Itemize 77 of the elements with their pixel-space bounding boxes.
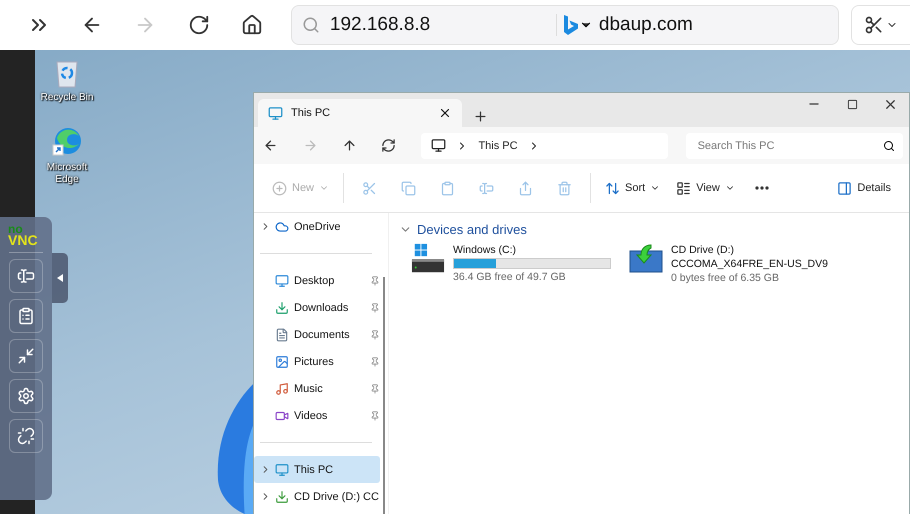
keyboard-button[interactable] [9, 259, 43, 293]
nav-item[interactable]: Desktop [254, 267, 380, 294]
close-tab-icon[interactable] [438, 106, 452, 120]
picture-icon [275, 354, 289, 368]
cloud-icon [275, 220, 289, 234]
refresh-icon [381, 138, 396, 153]
disconnect-button[interactable] [9, 419, 43, 453]
monitor-icon [275, 462, 289, 476]
nav-item[interactable]: Downloads [254, 294, 380, 321]
clipboard-button[interactable] [9, 299, 43, 333]
window-tab[interactable]: This PC [258, 99, 462, 127]
breadcrumb-bar[interactable]: This PC [421, 132, 668, 158]
search-field[interactable]: Search This PC [686, 132, 904, 158]
nav-item[interactable]: CD Drive (D:) CC [254, 483, 380, 510]
rename-icon [479, 180, 494, 196]
address-bar[interactable]: 192.168.8.8 dbaup.com [290, 5, 839, 45]
monitor-icon [431, 138, 446, 153]
screenshot-button[interactable] [850, 5, 910, 45]
nav-item[interactable]: OneDrive [254, 213, 380, 240]
plus-icon [472, 108, 488, 124]
section-header[interactable]: Devices and drives [399, 222, 899, 237]
scissors-icon [864, 15, 884, 35]
details-pane-icon [837, 180, 852, 196]
plus-circle-icon [272, 180, 287, 196]
desktop-icon [275, 274, 289, 288]
trash-icon [557, 180, 572, 196]
hard-drive-icon [411, 243, 445, 275]
pin-icon [370, 330, 380, 340]
volume-label: CCCOMA_X64FRE_EN-US_DV9 [671, 258, 828, 270]
drive-name[interactable]: Windows (C:) [453, 244, 611, 256]
fullscreen-button[interactable] [9, 339, 43, 373]
free-space-text: 36.4 GB free of 49.7 GB [453, 271, 567, 283]
novnc-logo-text: no [8, 225, 23, 234]
pin-icon [370, 302, 380, 312]
panel-handle[interactable] [52, 253, 68, 303]
search-icon [883, 140, 896, 152]
scissors-icon [362, 180, 378, 196]
pin-icon [370, 410, 380, 420]
details-button[interactable]: Details [831, 173, 897, 203]
reload-icon [188, 14, 210, 36]
search-icon [302, 16, 320, 34]
more-icon [754, 186, 769, 190]
settings-icon [17, 387, 35, 405]
pin-icon [370, 276, 380, 286]
bing-logo-icon [562, 14, 579, 36]
free-space-text: 0 bytes free of 6.35 GB [671, 272, 780, 284]
sort-button[interactable]: Sort [599, 173, 666, 203]
drive-name[interactable]: CD Drive (D:) [671, 244, 828, 256]
nav-item[interactable]: Videos [254, 402, 380, 429]
clipboard-icon [440, 180, 456, 196]
nav-item[interactable]: Documents [254, 321, 380, 348]
home-icon [241, 14, 264, 36]
edge-shortcut-icon [51, 126, 83, 158]
nav-item[interactable]: This PC [254, 456, 380, 483]
view-button[interactable]: View [670, 173, 741, 203]
clipboard-icon [17, 307, 35, 325]
triangle-icon [57, 274, 63, 282]
monitor-icon [268, 106, 283, 120]
pin-icon [370, 384, 380, 394]
novnc-logo-text: VNC [8, 234, 39, 246]
search-engine-field[interactable]: dbaup.com [592, 14, 793, 36]
document-icon [275, 328, 289, 342]
fullscreen-icon [17, 347, 35, 365]
settings-button[interactable] [9, 379, 43, 413]
nav-item[interactable]: Pictures [254, 348, 380, 375]
pin-icon [370, 356, 380, 366]
forward-arrow-icon [302, 138, 318, 153]
list-view-icon [676, 180, 692, 196]
breadcrumb-item[interactable]: This PC [478, 140, 518, 152]
copy-icon [401, 180, 416, 196]
sort-arrows-icon [605, 180, 620, 196]
maximize-icon [846, 98, 858, 110]
download-icon [275, 300, 289, 314]
broken-link-icon [17, 427, 35, 445]
share-icon [518, 180, 534, 196]
music-note-icon [275, 382, 289, 396]
nav-item[interactable]: Music [254, 375, 380, 402]
